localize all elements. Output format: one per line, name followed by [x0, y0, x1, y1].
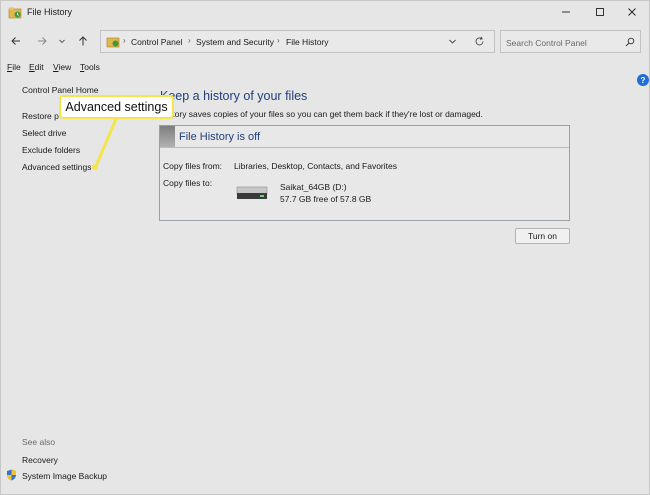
control-panel-icon — [106, 37, 120, 48]
up-button[interactable] — [75, 33, 91, 49]
menu-view[interactable]: View — [53, 62, 71, 72]
maximize-button[interactable] — [583, 1, 617, 23]
sidebar-item-exclude-folders[interactable]: Exclude folders — [22, 145, 80, 155]
left-navigation-pane: Control Panel Home Restore p Select driv… — [1, 77, 151, 495]
copy-from-value: Libraries, Desktop, Contacts, and Favori… — [234, 161, 397, 171]
status-title: File History is off — [179, 131, 261, 143]
chevron-down-icon — [59, 39, 65, 44]
refresh-icon — [475, 36, 484, 46]
turn-on-button[interactable]: Turn on — [515, 228, 570, 244]
title-bar: File History — [1, 1, 649, 25]
maximize-icon — [596, 8, 604, 16]
help-button[interactable]: ? — [637, 74, 649, 86]
status-header: File History is off — [160, 126, 569, 148]
search-button[interactable] — [625, 37, 635, 49]
see-also-system-image-backup[interactable]: System Image Backup — [22, 471, 107, 481]
minimize-icon — [562, 11, 570, 13]
address-dropdown-button[interactable] — [448, 37, 457, 48]
shield-icon — [7, 469, 16, 481]
page-description: History saves copies of your files so yo… — [160, 109, 483, 119]
navigation-bar: › Control Panel › System and Security › … — [1, 27, 649, 55]
drive-free-space: 57.7 GB free of 57.8 GB — [280, 194, 372, 204]
drive-name: Saikat_64GB (D:) — [280, 182, 347, 192]
copy-to-label: Copy files to: — [163, 178, 213, 188]
forward-button[interactable] — [34, 33, 50, 49]
refresh-button[interactable] — [474, 36, 485, 49]
file-history-status-panel: File History is off Copy files from: Lib… — [159, 125, 570, 221]
close-icon — [628, 8, 636, 16]
sidebar-item-restore[interactable]: Restore p — [22, 111, 59, 121]
sidebar-item-advanced-settings[interactable]: Advanced settings — [22, 162, 91, 172]
recent-locations-button[interactable] — [56, 33, 68, 49]
callout-label: Advanced settings — [59, 95, 174, 119]
status-stripe — [160, 126, 175, 147]
breadcrumb-file-history[interactable]: File History — [286, 37, 329, 47]
search-input[interactable] — [506, 36, 621, 49]
search-box — [500, 30, 641, 53]
see-also-label: See also — [22, 437, 56, 447]
address-bar[interactable]: › Control Panel › System and Security › … — [100, 30, 495, 53]
back-button[interactable] — [8, 33, 24, 49]
copy-from-label: Copy files from: — [163, 161, 223, 171]
file-history-window: File History › Control Panel › System an… — [0, 0, 650, 495]
breadcrumb-control-panel[interactable]: Control Panel — [131, 37, 183, 47]
file-history-icon — [8, 7, 22, 19]
menu-edit[interactable]: Edit — [29, 62, 44, 72]
menu-file[interactable]: File — [7, 62, 21, 72]
arrow-right-icon — [38, 37, 47, 45]
breadcrumb-system-security[interactable]: System and Security — [196, 37, 274, 47]
sidebar-item-control-panel-home[interactable]: Control Panel Home — [22, 85, 99, 95]
see-also-recovery[interactable]: Recovery — [22, 455, 58, 465]
arrow-left-icon — [11, 37, 20, 45]
menu-bar: File Edit View Tools — [1, 59, 649, 75]
search-icon — [625, 37, 635, 47]
close-button[interactable] — [615, 1, 649, 23]
arrow-up-icon — [79, 36, 87, 46]
sidebar-item-select-drive[interactable]: Select drive — [22, 128, 66, 138]
chevron-down-icon — [449, 39, 456, 44]
menu-tools[interactable]: Tools — [80, 62, 100, 72]
drive-icon — [236, 186, 268, 199]
page-title: Keep a history of your files — [160, 89, 308, 103]
window-title: File History — [27, 7, 73, 17]
minimize-button[interactable] — [549, 1, 583, 23]
